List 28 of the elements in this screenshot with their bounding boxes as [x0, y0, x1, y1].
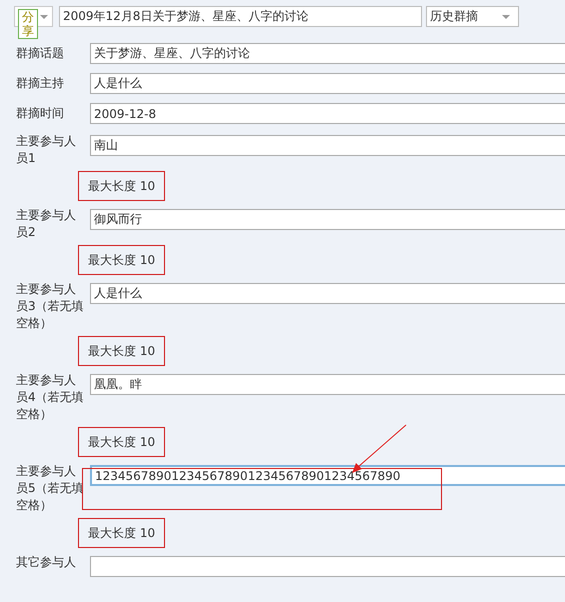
input-field[interactable]: 人是什么 [90, 73, 565, 94]
caret-icon [502, 14, 510, 18]
caret-icon [40, 15, 48, 19]
max-length-hint: 最大长度 10 [78, 336, 166, 366]
input-field[interactable]: 关于梦游、星座、八字的讨论 [90, 43, 565, 64]
max-length-hint: 最大长度 10 [78, 427, 166, 457]
field-label: 其它参与人 [16, 554, 77, 571]
input-field[interactable]: 人是什么 [90, 283, 565, 304]
arrow [352, 424, 406, 473]
field-label: 群摘话题 [16, 45, 65, 62]
field-label: 群摘时间 [16, 105, 65, 122]
field-label: 主要参与人员5（若无填空格） [16, 463, 85, 514]
field-label: 主要参与人员4（若无填空格） [16, 372, 85, 423]
input-field[interactable]: 凰凰。眫 [90, 374, 565, 395]
input-field[interactable] [90, 556, 565, 577]
input-field[interactable]: 1234567890123456789012345678901234567890 [90, 465, 565, 486]
field-label: 主要参与人员1 [16, 133, 77, 167]
input-field[interactable]: 2009-12-8 [90, 103, 565, 124]
field-label: 主要参与人员3（若无填空格） [16, 281, 85, 332]
max-length-hint: 最大长度 10 [78, 518, 166, 548]
field-label: 主要参与人员2 [16, 207, 77, 241]
input-field[interactable]: 御风而行 [90, 209, 565, 230]
max-length-hint: 最大长度 10 [78, 245, 166, 275]
field-label: 群摘主持 [16, 75, 65, 92]
category-select[interactable]: 历史群摘 [426, 6, 519, 27]
input-field[interactable]: 南山 [90, 135, 565, 156]
max-length-hint: 最大长度 10 [78, 171, 166, 201]
title-field[interactable]: 2009年12月8日关于梦游、星座、八字的讨论 [59, 6, 422, 27]
